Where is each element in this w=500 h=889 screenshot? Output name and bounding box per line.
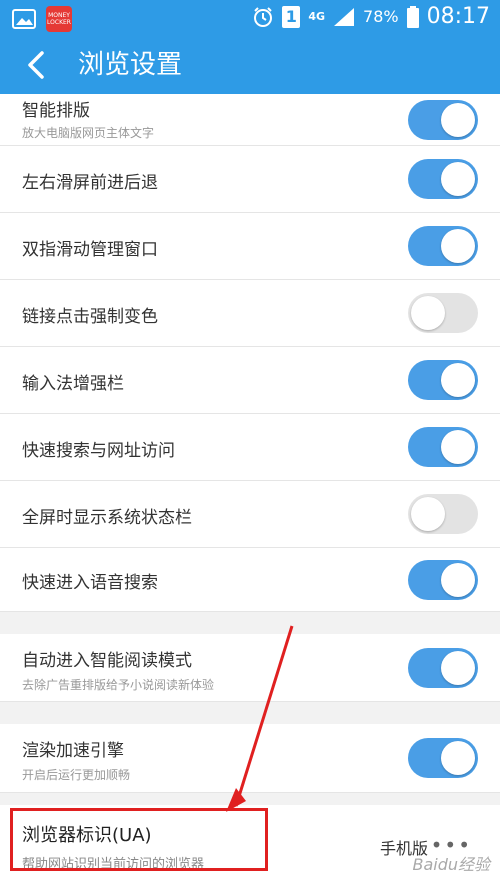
annotation-highlight-box bbox=[10, 808, 268, 871]
watermark: Baidu经验 bbox=[412, 855, 490, 874]
annotation-arrow bbox=[226, 625, 294, 812]
